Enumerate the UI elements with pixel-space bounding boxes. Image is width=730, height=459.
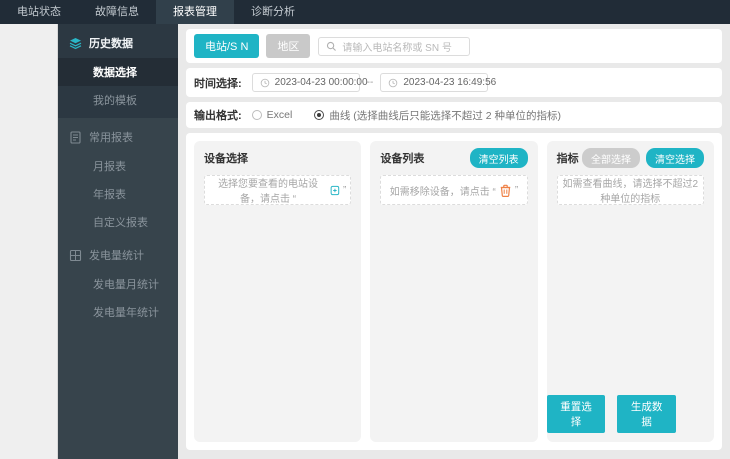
search-input[interactable]: 请输入电站名称或 SN 号 bbox=[318, 36, 471, 56]
indicators-title: 指标 bbox=[556, 153, 579, 165]
sidebar-group-header-energy[interactable]: 发电量统计 bbox=[58, 236, 178, 270]
left-gutter bbox=[0, 24, 58, 459]
sidebar-group-label: 发电量统计 bbox=[89, 250, 144, 262]
main-content: 电站/S N 地区 请输入电站名称或 SN 号 时间选择: 2023-04-23… bbox=[178, 24, 730, 459]
trash-icon[interactable] bbox=[499, 184, 512, 197]
sidebar-item-energy-monthly[interactable]: 发电量月统计 bbox=[58, 270, 178, 298]
clear-device-list-button[interactable]: 清空列表 bbox=[469, 148, 528, 168]
sidebar-group-label: 历史数据 bbox=[89, 38, 133, 50]
radio-excel[interactable] bbox=[251, 110, 262, 120]
device-list-hint-after: ” bbox=[514, 184, 519, 196]
nav-tab-report-management[interactable]: 报表管理 bbox=[156, 0, 234, 24]
time-select-card: 时间选择: 2023-04-23 00:00:00 -- 2023-04-23 … bbox=[186, 68, 722, 97]
sidebar-group-history-data: 历史数据 数据选择 我的模板 bbox=[58, 24, 178, 118]
clear-indicators-button[interactable]: 清空选择 bbox=[645, 148, 704, 168]
sidebar-group-common-reports: 常用报表 月报表 年报表 自定义报表 bbox=[58, 118, 178, 236]
device-list-hint-box: 如需移除设备，请点击 “ ” bbox=[380, 175, 528, 205]
indicators-hint-text: 如需查看曲线，请选择不超过2种单位的指标 bbox=[562, 179, 699, 205]
clock-icon bbox=[389, 78, 398, 87]
sidebar-item-yearly-report[interactable]: 年报表 bbox=[58, 180, 178, 208]
end-datetime-input[interactable]: 2023-04-23 16:49:56 bbox=[380, 73, 496, 92]
start-datetime-input[interactable]: 2023-04-23 00:00:00 bbox=[251, 73, 368, 92]
device-list-title: 设备列表 bbox=[380, 153, 425, 165]
device-select-hint-before: 选择您要查看的电站设备，请点击 “ bbox=[218, 179, 319, 205]
radio-option-excel[interactable]: Excel bbox=[251, 109, 293, 121]
radio-option-curve[interactable]: 曲线 (选择曲线后只能选择不超过 2 种单位的指标) bbox=[314, 108, 561, 123]
layers-icon bbox=[69, 37, 82, 49]
end-datetime-value: 2023-04-23 16:49:56 bbox=[403, 77, 497, 88]
radio-curve[interactable] bbox=[314, 110, 325, 120]
sidebar-item-data-select[interactable]: 数据选择 bbox=[58, 58, 178, 86]
search-icon bbox=[327, 41, 337, 51]
stats-icon bbox=[69, 249, 82, 261]
clock-icon bbox=[260, 78, 269, 87]
station-sn-button[interactable]: 电站/S N bbox=[194, 34, 260, 58]
device-list-panel: 设备列表 清空列表 如需移除设备，请点击 “ ” bbox=[370, 141, 538, 442]
datetime-separator: -- bbox=[366, 77, 374, 88]
sidebar-group-label: 常用报表 bbox=[89, 132, 133, 144]
sidebar: 历史数据 数据选择 我的模板 常用报表 月报表 年报表 自定义报表 发电量统计 … bbox=[58, 24, 178, 459]
sidebar-item-energy-yearly[interactable]: 发电量年统计 bbox=[58, 298, 178, 326]
selection-panels-card: 设备选择 选择您要查看的电站设备，请点击 “ ” 设备列表 清空列表 如需移除设… bbox=[186, 133, 722, 450]
sidebar-item-custom-report[interactable]: 自定义报表 bbox=[58, 208, 178, 236]
sidebar-group-header-history[interactable]: 历史数据 bbox=[58, 24, 178, 58]
device-select-hint-after: ” bbox=[342, 184, 347, 196]
search-filter-card: 电站/S N 地区 请输入电站名称或 SN 号 bbox=[186, 29, 722, 63]
radio-excel-label: Excel bbox=[266, 109, 293, 121]
device-select-panel: 设备选择 选择您要查看的电站设备，请点击 “ ” bbox=[194, 141, 362, 442]
add-file-icon[interactable] bbox=[330, 184, 340, 197]
start-datetime-value: 2023-04-23 00:00:00 bbox=[274, 77, 368, 88]
radio-curve-label: 曲线 (选择曲线后只能选择不超过 2 种单位的指标) bbox=[329, 109, 561, 122]
app-body: 历史数据 数据选择 我的模板 常用报表 月报表 年报表 自定义报表 发电量统计 … bbox=[0, 24, 730, 459]
sidebar-item-my-template[interactable]: 我的模板 bbox=[58, 86, 178, 114]
device-select-hint-box: 选择您要查看的电站设备，请点击 “ ” bbox=[204, 175, 352, 205]
sidebar-group-energy-stats: 发电量统计 发电量月统计 发电量年统计 bbox=[58, 236, 178, 326]
device-select-title: 设备选择 bbox=[204, 153, 248, 165]
nav-tab-fault-info[interactable]: 故障信息 bbox=[78, 0, 156, 24]
output-format-label: 输出格式: bbox=[194, 110, 242, 122]
device-list-hint-before: 如需移除设备，请点击 “ bbox=[389, 186, 496, 198]
indicators-hint-box: 如需查看曲线，请选择不超过2种单位的指标 bbox=[556, 175, 704, 205]
reset-selection-button[interactable]: 重置选择 bbox=[546, 395, 606, 433]
sidebar-group-header-reports[interactable]: 常用报表 bbox=[58, 118, 178, 152]
output-format-card: 输出格式: Excel 曲线 (选择曲线后只能选择不超过 2 种单位的指标) bbox=[186, 102, 722, 128]
report-icon bbox=[70, 130, 81, 144]
search-placeholder: 请输入电站名称或 SN 号 bbox=[342, 42, 452, 54]
generate-data-button[interactable]: 生成数据 bbox=[617, 395, 676, 433]
nav-tab-diagnosis[interactable]: 诊断分析 bbox=[234, 0, 312, 24]
select-all-indicators-button[interactable]: 全部选择 bbox=[581, 148, 640, 168]
indicators-panel: 指标 全部选择 清空选择 如需查看曲线，请选择不超过2种单位的指标 重置选择 生… bbox=[546, 141, 714, 442]
sidebar-item-monthly-report[interactable]: 月报表 bbox=[58, 152, 178, 180]
top-navbar: 电站状态 故障信息 报表管理 诊断分析 bbox=[0, 0, 730, 24]
nav-tab-station-status[interactable]: 电站状态 bbox=[0, 0, 78, 24]
time-select-label: 时间选择: bbox=[194, 77, 242, 90]
region-button[interactable]: 地区 bbox=[266, 34, 311, 58]
